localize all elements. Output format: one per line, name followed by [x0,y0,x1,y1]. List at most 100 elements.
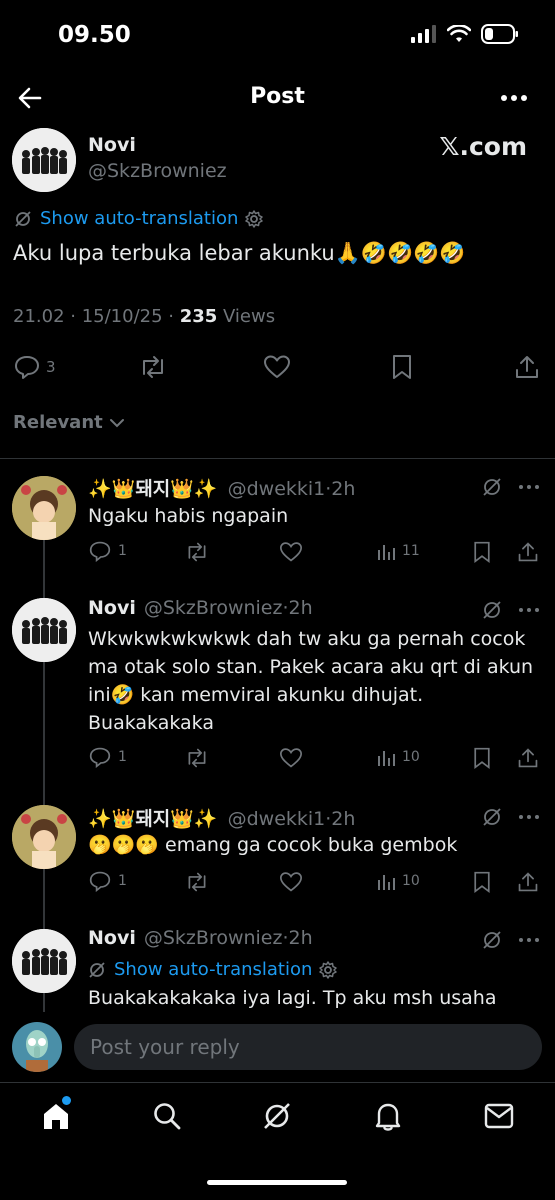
nav-home[interactable] [40,1096,72,1132]
like-icon[interactable] [279,871,303,893]
share-icon[interactable] [517,747,539,769]
like-icon[interactable] [263,354,291,380]
reply-button[interactable]: 1 [88,870,127,892]
share-icon[interactable] [514,354,540,380]
reply-avatar[interactable] [12,805,76,869]
notifications-icon[interactable] [373,1100,403,1132]
squidward-avatar-icon [12,1022,62,1072]
author-name[interactable]: Novi [88,134,136,156]
reply-header: ✨👑돼지👑✨ @dwekki1·2h [88,804,355,831]
reply-handle[interactable]: @dwekki1·2h [228,808,356,830]
reply-name[interactable]: ✨👑돼지👑✨ [88,804,218,831]
reply-icon [89,747,111,768]
reply-text: 🫢🫢🫢 emang ga cocok buka gembok [88,834,458,856]
more-options-icon[interactable] [518,482,540,492]
more-options-icon[interactable] [518,605,540,615]
like-icon[interactable] [279,747,303,769]
views-label: Views [217,306,276,327]
page-title: Post [250,84,305,109]
views-chart-icon [378,751,395,766]
reply-button[interactable]: 1 [88,540,127,562]
reply-text: Ngaku habis ngapain [88,505,289,527]
settings-gear-icon[interactable] [318,960,338,980]
repost-icon[interactable] [184,871,210,893]
reply-button[interactable]: 3 [14,354,56,380]
post-meta: 21.02 · 15/10/25 · 235 Views [13,306,275,327]
status-time: 09.50 [58,22,131,48]
reply-avatar[interactable] [12,476,76,540]
sort-label: Relevant [13,412,103,433]
repost-icon[interactable] [184,747,210,769]
translate-icon [89,962,105,978]
reply-avatar[interactable] [12,598,76,662]
views-chart-icon [378,545,395,560]
repost-icon[interactable] [184,541,210,563]
my-avatar[interactable] [12,1022,62,1072]
grok-icon[interactable] [481,599,503,621]
more-options-icon[interactable] [518,812,540,822]
reply-text: Buakakakakaka iya lagi. Tp aku msh usaha [88,987,497,1009]
repost-icon[interactable] [138,354,168,380]
group-photo-icon [12,128,76,192]
reply-handle[interactable]: @SkzBrowniez·2h [144,927,313,949]
post-text: Aku lupa terbuka lebar akunku🙏🤣🤣🤣🤣 [13,241,466,265]
source-label: 𝕏.com [439,132,527,161]
like-icon[interactable] [279,541,303,563]
messages-icon[interactable] [484,1103,514,1129]
home-indicator [207,1180,347,1185]
more-options-icon[interactable] [499,88,529,108]
bookmark-icon[interactable] [391,354,413,380]
reply-name[interactable]: ✨👑돼지👑✨ [88,474,218,501]
grok-icon[interactable] [481,929,503,951]
views-button[interactable]: 10 [376,871,420,891]
cartoon-avatar-icon [12,476,76,540]
reply-handle[interactable]: @dwekki1·2h [228,478,356,500]
grok-icon[interactable] [261,1100,293,1132]
reply-handle[interactable]: @SkzBrowniez·2h [144,597,313,619]
share-icon[interactable] [517,541,539,563]
share-icon[interactable] [517,871,539,893]
post-timestamp: 21.02 · 15/10/25 · [13,306,180,327]
group-photo-icon [12,929,76,993]
author-handle[interactable]: @SkzBrowniez [88,160,227,182]
show-translation-link[interactable]: Show auto-translation [114,959,312,980]
reply-text: Wkwkwkwkwkwk dah tw aku ga pernah cocok … [88,628,534,734]
bookmark-icon[interactable] [472,541,492,563]
grok-icon[interactable] [481,806,503,828]
translate-icon [15,211,31,227]
bookmark-icon[interactable] [472,747,492,769]
reply-count: 1 [118,873,127,889]
reply-icon [89,541,111,562]
notification-dot [62,1096,71,1105]
author-avatar[interactable] [12,128,76,192]
views-count[interactable]: 235 [180,306,218,327]
reply-header: Novi @SkzBrowniez·2h [88,597,313,619]
reply-icon [15,356,39,379]
views-button[interactable]: 10 [376,747,420,767]
signal-icon [411,25,436,43]
views-count: 11 [402,543,420,559]
settings-gear-icon[interactable] [244,209,264,229]
grok-icon[interactable] [481,476,503,498]
reply-header: Novi @SkzBrowniez·2h [88,927,313,949]
search-icon[interactable] [152,1101,182,1131]
more-options-icon[interactable] [518,935,540,945]
reply-count: 1 [118,749,127,765]
reply-button[interactable]: 1 [88,746,127,768]
bookmark-icon[interactable] [472,871,492,893]
show-translation-link[interactable]: Show auto-translation [40,208,238,229]
reply-avatar[interactable] [12,929,76,993]
chevron-down-icon [109,418,124,427]
battery-icon [481,24,518,44]
cartoon-avatar-icon [12,805,76,869]
views-button[interactable]: 11 [376,541,420,561]
status-icons [411,24,519,44]
reply-icon [89,871,111,892]
group-photo-icon [12,598,76,662]
reply-name[interactable]: Novi [88,597,136,619]
divider [0,458,555,459]
reply-count: 3 [46,358,56,376]
views-chart-icon [378,875,395,890]
reply-name[interactable]: Novi [88,927,136,949]
sort-dropdown[interactable]: Relevant [13,412,125,433]
